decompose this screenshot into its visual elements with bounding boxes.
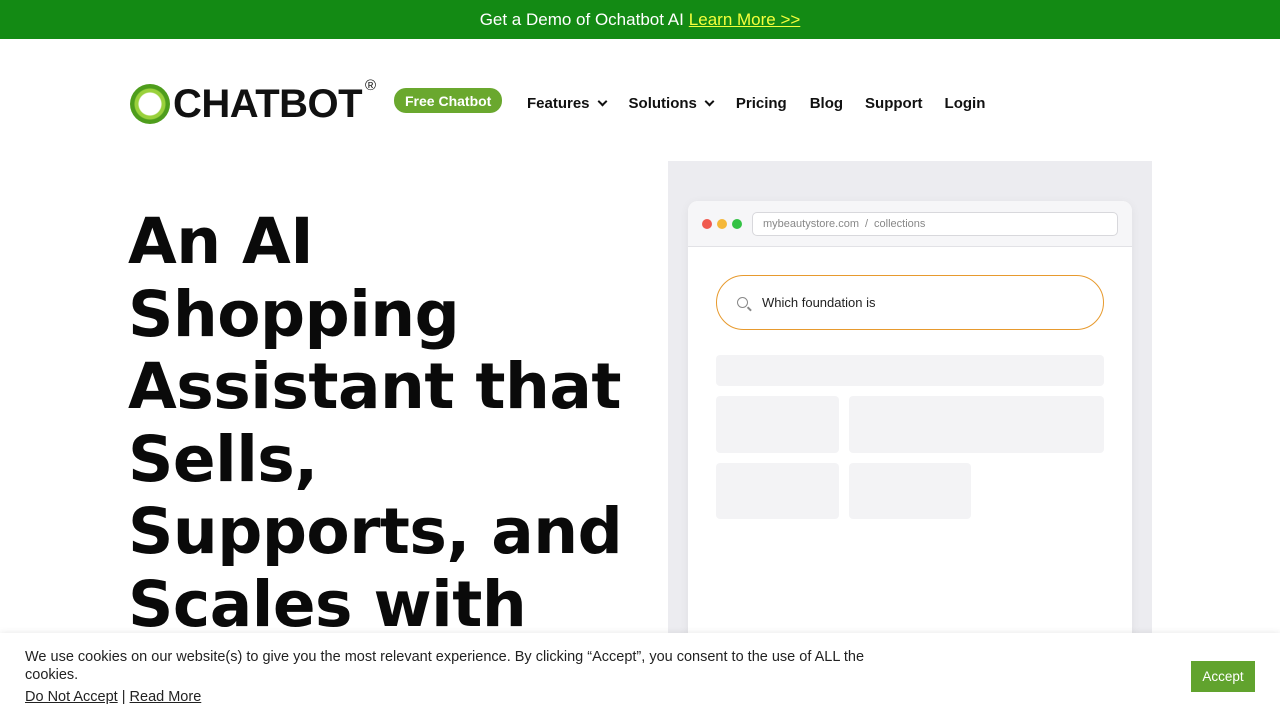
nav-item-label: Features bbox=[527, 94, 590, 112]
nav-item-features[interactable]: Features bbox=[527, 93, 607, 113]
placeholder-block bbox=[849, 463, 971, 519]
close-dot-icon bbox=[702, 219, 712, 229]
read-more-link[interactable]: Read More bbox=[130, 689, 202, 705]
learn-more-link[interactable]: Learn More >> bbox=[689, 10, 801, 30]
logo-text: CHATBOT bbox=[173, 82, 363, 126]
nav-item-label: Blog bbox=[809, 94, 844, 112]
nav-item-label: Support bbox=[865, 94, 923, 112]
browser-toolbar: mybeautystore.com / collections bbox=[688, 201, 1132, 247]
hero-line: Scales with bbox=[128, 567, 527, 641]
hero-line: Sells, bbox=[128, 422, 318, 496]
nav-item-login[interactable]: Login bbox=[945, 93, 986, 113]
cookie-link-separator: | bbox=[121, 689, 126, 705]
nav-menu: Features Solutions Pricing Blog Support … bbox=[527, 93, 985, 113]
placeholder-block bbox=[849, 396, 1104, 453]
search-icon bbox=[737, 297, 748, 308]
maximize-dot-icon bbox=[732, 219, 742, 229]
url-path: collections bbox=[874, 218, 926, 230]
nav-item-label: Login bbox=[944, 94, 986, 112]
nav-item-blog[interactable]: Blog bbox=[810, 93, 843, 113]
cookie-banner: We use cookies on our website(s) to give… bbox=[0, 633, 1280, 720]
hero-heading: An AI Shopping Assistant that Sells, Sup… bbox=[128, 205, 648, 641]
cookie-message: We use cookies on our website(s) to give… bbox=[25, 649, 865, 683]
mock-search-text: Which foundation is bbox=[762, 295, 876, 310]
promo-text: Get a Demo of Ochatbot AI bbox=[479, 9, 684, 29]
minimize-dot-icon bbox=[717, 219, 727, 229]
hero-line: Assistant that bbox=[128, 350, 621, 423]
url-separator: / bbox=[864, 218, 869, 230]
mock-search-field: Which foundation is bbox=[716, 275, 1104, 330]
nav-item-label: Pricing bbox=[735, 94, 787, 112]
promo-banner: Get a Demo of Ochatbot AI Learn More >> bbox=[0, 0, 1280, 39]
ochatbot-logo[interactable]: CHATBOT ® bbox=[130, 77, 376, 126]
nav-item-solutions[interactable]: Solutions bbox=[628, 93, 715, 113]
registered-mark: ® bbox=[365, 77, 377, 94]
nav-item-support[interactable]: Support bbox=[865, 93, 923, 113]
nav-item-label: Solutions bbox=[628, 94, 697, 112]
nav-item-pricing[interactable]: Pricing bbox=[736, 93, 787, 113]
browser-mockup: mybeautystore.com / collections Which fo… bbox=[688, 201, 1132, 641]
address-bar: mybeautystore.com / collections bbox=[752, 212, 1118, 236]
do-not-accept-link[interactable]: Do Not Accept bbox=[25, 689, 118, 705]
hero-line: Shopping bbox=[128, 277, 460, 351]
chevron-down-icon bbox=[704, 96, 715, 106]
free-chatbot-button[interactable]: Free Chatbot bbox=[394, 88, 503, 113]
hero-line: An AI bbox=[128, 205, 314, 278]
main-nav: CHATBOT ® Free Chatbot Features Solution… bbox=[0, 39, 1280, 161]
url-domain: mybeautystore.com bbox=[763, 218, 859, 230]
hero-line: Supports, and bbox=[128, 495, 623, 568]
cookie-links: Do Not Accept | Read More bbox=[25, 689, 201, 705]
placeholder-block bbox=[716, 463, 839, 519]
placeholder-block bbox=[716, 355, 1104, 386]
logo-o-ring-icon bbox=[130, 84, 170, 124]
chevron-down-icon bbox=[597, 96, 607, 106]
placeholder-block bbox=[716, 396, 839, 453]
accept-cookies-button[interactable]: Accept bbox=[1191, 661, 1255, 692]
